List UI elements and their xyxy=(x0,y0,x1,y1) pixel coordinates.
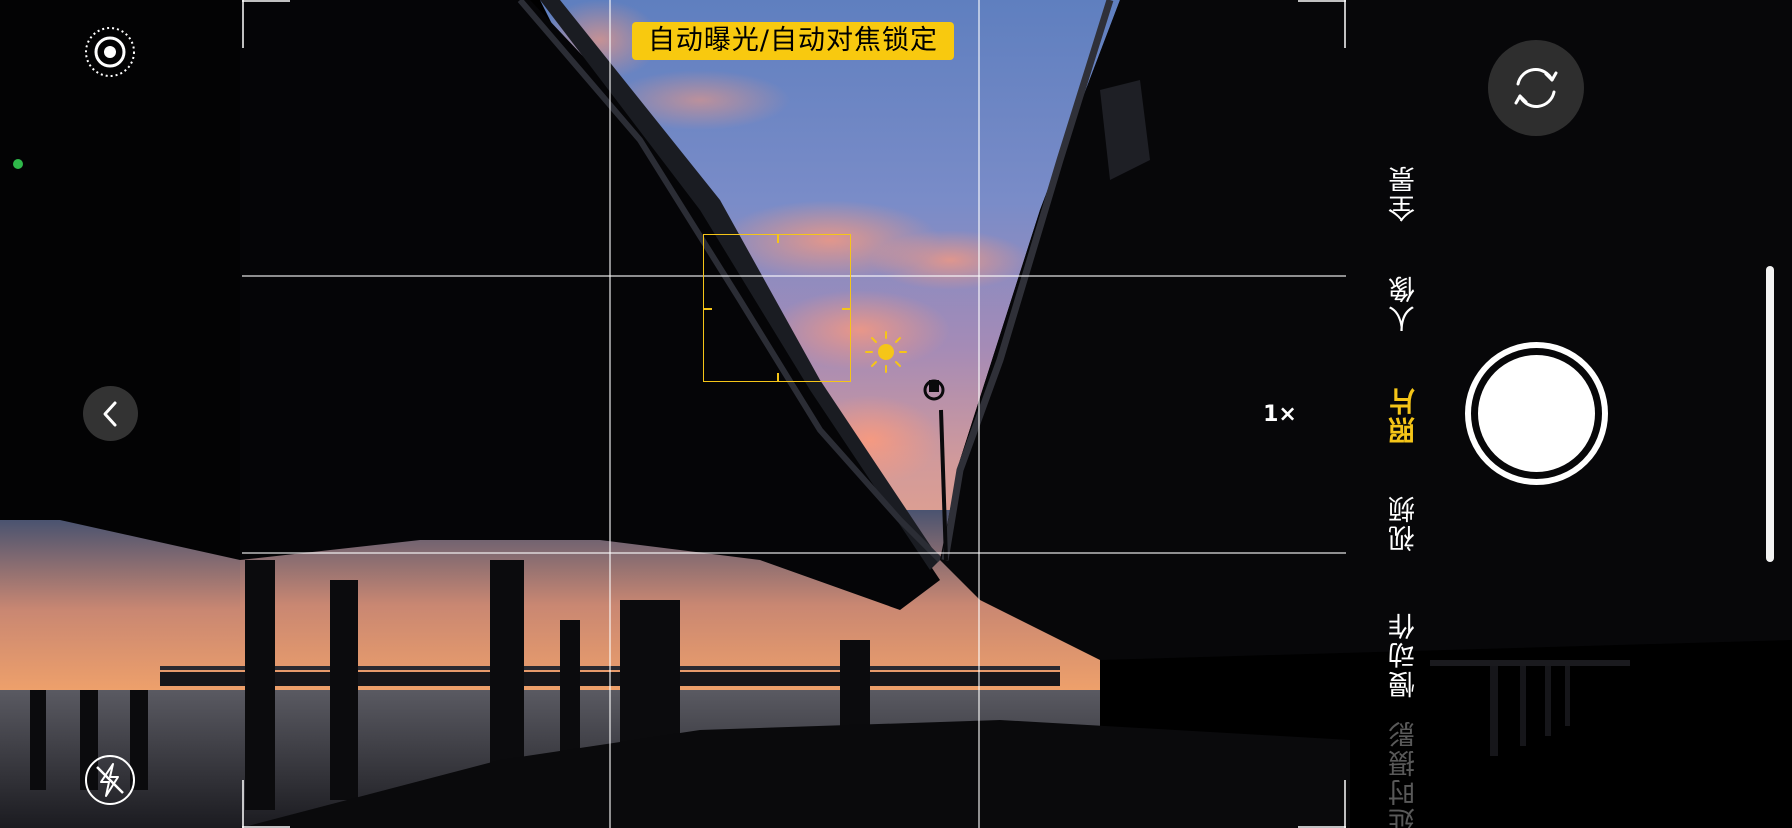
sun-icon[interactable] xyxy=(862,328,910,376)
flash-off-icon[interactable] xyxy=(84,754,136,806)
live-photo-icon[interactable] xyxy=(84,26,136,78)
switch-camera-icon xyxy=(1514,68,1558,108)
chevron-left-icon xyxy=(103,401,116,426)
ae-af-lock-badge: 自动曝光/自动对焦锁定 xyxy=(632,22,954,60)
zoom-scroll-track[interactable] xyxy=(1766,266,1774,562)
frame-corner-tl-v xyxy=(242,0,244,48)
back-button[interactable] xyxy=(83,386,138,441)
privacy-indicator-dot xyxy=(13,159,23,169)
focus-tick-bottom xyxy=(777,373,779,382)
frame-corner-tl-h xyxy=(242,0,290,2)
switch-camera-button[interactable] xyxy=(1488,40,1584,136)
shutter-inner xyxy=(1478,355,1595,472)
frame-corner-tr-h xyxy=(1298,0,1346,2)
focus-tick-left xyxy=(703,308,712,310)
focus-box[interactable] xyxy=(703,234,851,382)
zoom-button[interactable]: 1× xyxy=(1252,398,1308,432)
frame-corner-br-v xyxy=(1344,780,1346,828)
grid-line-v1 xyxy=(609,0,611,828)
frame-corner-tr-v xyxy=(1344,0,1346,48)
mode-panorama[interactable]: 全景 xyxy=(1380,160,1430,226)
mode-time-lapse[interactable]: 延时摄影 xyxy=(1380,719,1430,828)
mode-slow-motion[interactable]: 慢动作 xyxy=(1380,605,1430,705)
mode-portrait[interactable]: 人像 xyxy=(1380,270,1430,336)
camera-mode-list[interactable]: 全景 人像 照片 视频 慢动作 延时摄影 xyxy=(1380,0,1430,828)
mode-video[interactable]: 视频 xyxy=(1380,490,1430,556)
mode-photo[interactable]: 照片 xyxy=(1380,382,1430,448)
focus-tick-top xyxy=(777,234,779,243)
frame-corner-bl-v xyxy=(242,780,244,828)
shutter-button[interactable] xyxy=(1465,342,1608,485)
grid-line-v2 xyxy=(978,0,980,828)
grid-line-h2 xyxy=(242,552,1346,554)
focus-tick-right xyxy=(842,308,851,310)
